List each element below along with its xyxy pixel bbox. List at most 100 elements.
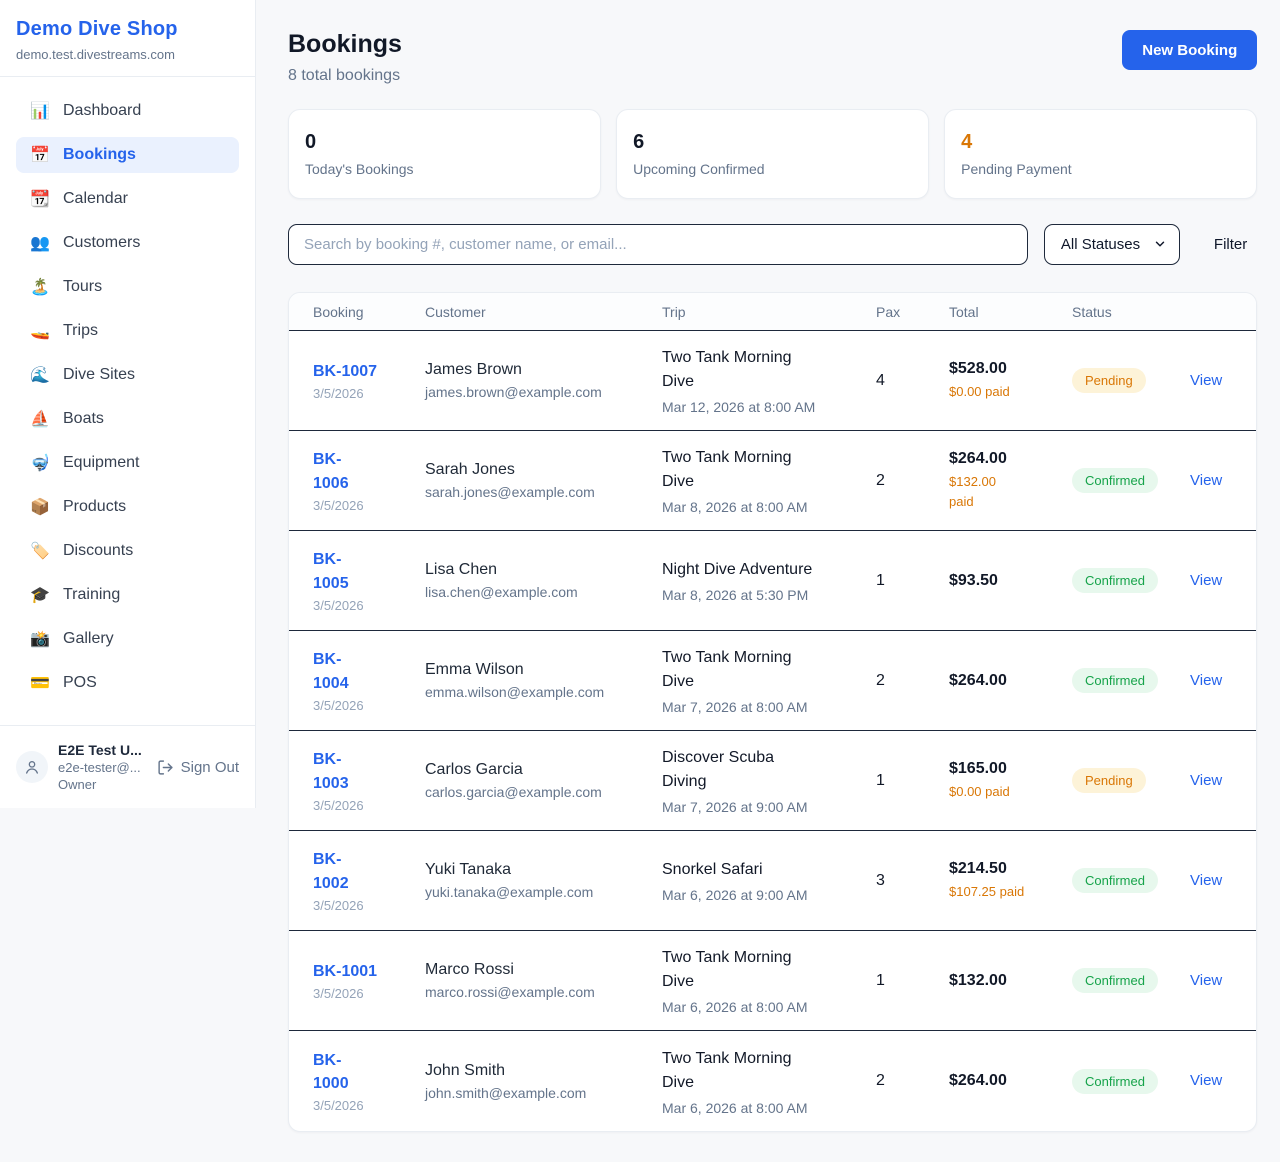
shop-domain: demo.test.divestreams.com xyxy=(16,47,239,62)
view-link[interactable]: View xyxy=(1190,772,1222,789)
sign-out-icon xyxy=(157,759,174,776)
stats-row: 0 Today's Bookings 6 Upcoming Confirmed … xyxy=(288,109,1257,199)
pax-cell: 1 xyxy=(876,772,949,790)
customer-email: yuki.tanaka@example.com xyxy=(425,884,652,900)
customer-email: emma.wilson@example.com xyxy=(425,684,652,700)
status-cell: Confirmed xyxy=(1072,968,1190,993)
trip-date: Mar 7, 2026 at 9:00 AM xyxy=(662,799,866,815)
column-header: Total xyxy=(949,304,1072,320)
total-cell: $264.00 xyxy=(949,1072,1072,1090)
booking-date: 3/5/2026 xyxy=(313,598,415,613)
total-cell: $528.00 $0.00 paid xyxy=(949,360,1072,402)
sidebar-item-training[interactable]: 🎓 Training xyxy=(16,577,239,613)
view-link[interactable]: View xyxy=(1190,472,1222,489)
sidebar-item-pos[interactable]: 💳 POS xyxy=(16,665,239,701)
booking-id-link[interactable]: BK-1001 xyxy=(313,960,377,983)
customer-cell: Emma Wilson emma.wilson@example.com xyxy=(425,661,662,700)
sidebar-item-trips[interactable]: 🚤 Trips xyxy=(16,313,239,349)
booking-cell: BK- 1005 3/5/2026 xyxy=(313,548,425,612)
view-link[interactable]: View xyxy=(1190,572,1222,589)
status-badge: Confirmed xyxy=(1072,868,1158,893)
customer-cell: Sarah Jones sarah.jones@example.com xyxy=(425,461,662,500)
booking-id-link[interactable]: BK- 1000 xyxy=(313,1049,349,1095)
paid-amount: $107.25 paid xyxy=(949,882,1062,902)
sidebar-item-label: Discounts xyxy=(63,542,133,560)
booking-cell: BK- 1003 3/5/2026 xyxy=(313,748,425,812)
status-badge: Confirmed xyxy=(1072,568,1158,593)
view-link[interactable]: View xyxy=(1190,872,1222,889)
booking-id-link[interactable]: BK- 1006 xyxy=(313,448,349,494)
sidebar-item-equipment[interactable]: 🤿 Equipment xyxy=(16,445,239,481)
discounts-icon: 🏷️ xyxy=(30,541,50,561)
customer-email: marco.rossi@example.com xyxy=(425,984,652,1000)
customer-email: lisa.chen@example.com xyxy=(425,584,652,600)
booking-cell: BK- 1002 3/5/2026 xyxy=(313,848,425,912)
stat-label: Today's Bookings xyxy=(305,161,584,177)
sidebar-item-products[interactable]: 📦 Products xyxy=(16,489,239,525)
new-booking-button[interactable]: New Booking xyxy=(1122,30,1257,70)
trip-cell: Two Tank Morning Dive Mar 6, 2026 at 8:0… xyxy=(662,1047,876,1116)
total-amount: $165.00 xyxy=(949,760,1062,778)
paid-amount: $0.00 paid xyxy=(949,382,1062,402)
status-badge: Confirmed xyxy=(1072,468,1158,493)
products-icon: 📦 xyxy=(30,497,50,517)
column-header: Trip xyxy=(662,304,876,320)
sidebar-user-footer: E2E Test U... e2e-tester@... Owner Sign … xyxy=(0,725,255,808)
sidebar-item-dashboard[interactable]: 📊 Dashboard xyxy=(16,93,239,129)
customer-name: Lisa Chen xyxy=(425,561,652,579)
view-link[interactable]: View xyxy=(1190,1072,1222,1089)
table-row-bk-1007: BK-1007 3/5/2026 James Brown james.brown… xyxy=(289,331,1256,431)
booking-id-link[interactable]: BK- 1004 xyxy=(313,648,349,694)
paid-amount: $0.00 paid xyxy=(949,782,1062,802)
user-name: E2E Test U... xyxy=(58,742,147,758)
dive-sites-icon: 🌊 xyxy=(30,365,50,385)
sidebar-item-label: Calendar xyxy=(63,190,128,208)
booking-id-link[interactable]: BK-1007 xyxy=(313,360,377,383)
search-input[interactable] xyxy=(288,224,1028,265)
status-filter-select[interactable]: All Statuses xyxy=(1044,224,1180,265)
pax-cell: 3 xyxy=(876,872,949,890)
booking-id-link[interactable]: BK- 1003 xyxy=(313,748,349,794)
sidebar-item-discounts[interactable]: 🏷️ Discounts xyxy=(16,533,239,569)
booking-cell: BK- 1004 3/5/2026 xyxy=(313,648,425,712)
sidebar-item-bookings[interactable]: 📅 Bookings xyxy=(16,137,239,173)
boats-icon: ⛵ xyxy=(30,409,50,429)
view-link[interactable]: View xyxy=(1190,372,1222,389)
sidebar-item-label: Products xyxy=(63,498,126,516)
trip-title: Night Dive Adventure xyxy=(662,558,866,582)
sidebar-item-dive-sites[interactable]: 🌊 Dive Sites xyxy=(16,357,239,393)
status-cell: Pending xyxy=(1072,768,1190,793)
view-link[interactable]: View xyxy=(1190,672,1222,689)
pax-cell: 1 xyxy=(876,572,949,590)
sign-out-button[interactable]: Sign Out xyxy=(157,759,239,776)
customer-cell: Marco Rossi marco.rossi@example.com xyxy=(425,961,662,1000)
customer-name: Carlos Garcia xyxy=(425,761,652,779)
stat-label: Upcoming Confirmed xyxy=(633,161,912,177)
sidebar-header: Demo Dive Shop demo.test.divestreams.com xyxy=(0,0,255,77)
customer-email: james.brown@example.com xyxy=(425,384,652,400)
sidebar-item-label: Bookings xyxy=(63,146,136,164)
sidebar-item-tours[interactable]: 🏝️ Tours xyxy=(16,269,239,305)
total-amount: $264.00 xyxy=(949,450,1062,468)
trip-title: Two Tank Morning Dive xyxy=(662,446,866,494)
stat-value: 0 xyxy=(305,131,584,154)
table-row-bk-1000: BK- 1000 3/5/2026 John Smith john.smith@… xyxy=(289,1031,1256,1131)
sidebar-item-label: Dive Sites xyxy=(63,366,135,384)
total-cell: $264.00 xyxy=(949,672,1072,690)
booking-date: 3/5/2026 xyxy=(313,986,415,1001)
sidebar-item-calendar[interactable]: 📆 Calendar xyxy=(16,181,239,217)
status-cell: Confirmed xyxy=(1072,468,1190,493)
sidebar-item-boats[interactable]: ⛵ Boats xyxy=(16,401,239,437)
sidebar-item-customers[interactable]: 👥 Customers xyxy=(16,225,239,261)
view-link[interactable]: View xyxy=(1190,972,1222,989)
filter-button[interactable]: Filter xyxy=(1204,228,1257,261)
status-cell: Confirmed xyxy=(1072,568,1190,593)
booking-id-link[interactable]: BK- 1002 xyxy=(313,848,349,894)
booking-id-link[interactable]: BK- 1005 xyxy=(313,548,349,594)
booking-date: 3/5/2026 xyxy=(313,898,415,913)
customer-cell: Lisa Chen lisa.chen@example.com xyxy=(425,561,662,600)
actions-cell: View xyxy=(1190,872,1232,890)
sidebar-item-gallery[interactable]: 📸 Gallery xyxy=(16,621,239,657)
total-amount: $214.50 xyxy=(949,860,1062,878)
table-row-bk-1002: BK- 1002 3/5/2026 Yuki Tanaka yuki.tanak… xyxy=(289,831,1256,931)
